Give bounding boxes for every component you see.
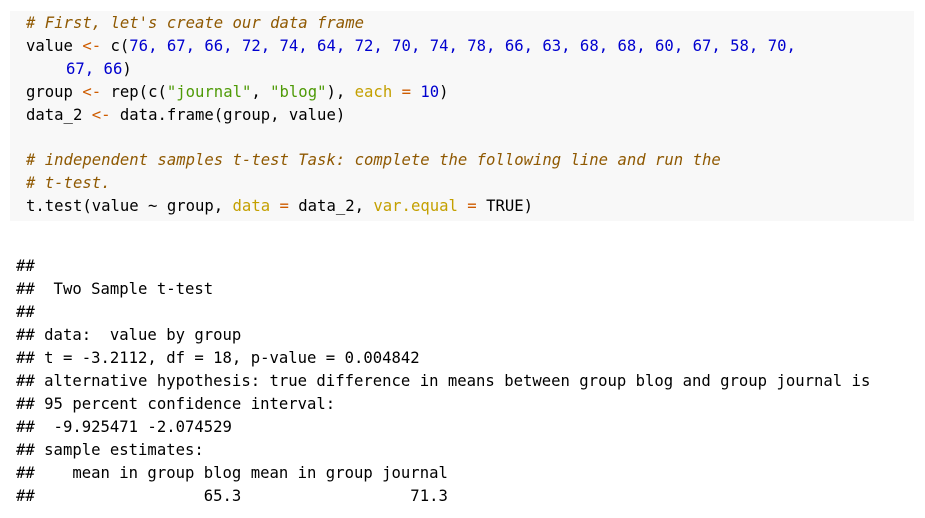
output-line: ## sample estimates: xyxy=(16,441,204,459)
output-line: ## mean in group blog mean in group jour… xyxy=(16,464,448,482)
output-line: ## Two Sample t-test xyxy=(16,280,214,298)
code-line-group: group <- rep(c("journal", "blog"), each … xyxy=(26,82,449,102)
code-token: ) xyxy=(122,60,132,78)
code-token: data_2, xyxy=(298,197,374,215)
assign-operator: <- xyxy=(91,106,111,124)
output-line: ## -9.925471 -2.074529 xyxy=(16,418,232,436)
output-line: ## alternative hypothesis: true differen… xyxy=(16,372,871,390)
numeric-values: 76, 67, 66, 72, 74, 64, 72, 70, 74, 78, … xyxy=(129,37,796,55)
code-token: ), xyxy=(326,83,355,101)
code-token: group xyxy=(26,83,73,101)
code-line-ttest: t.test(value ~ group, data = data_2, var… xyxy=(26,196,533,216)
code-comment: # independent samples t-test Task: compl… xyxy=(26,151,721,169)
code-comment: # First, let's create our data frame xyxy=(26,14,364,32)
code-line-dataframe: data_2 <- data.frame(group, value) xyxy=(26,105,345,125)
code-line-comment: # First, let's create our data frame xyxy=(26,13,364,33)
code-line-comment: # independent samples t-test Task: compl… xyxy=(26,150,721,170)
equals-operator: = xyxy=(392,83,421,101)
output-line: ## 65.3 71.3 xyxy=(16,487,448,505)
numeric-literal: 10 xyxy=(420,83,440,101)
output-line: ## t = -3.2112, df = 18, p-value = 0.004… xyxy=(16,349,420,367)
numeric-values: 67, 66 xyxy=(66,60,123,78)
argument-name: data xyxy=(232,197,271,215)
code-token: rep(c( xyxy=(110,83,167,101)
string-literal: "journal" xyxy=(166,83,252,101)
code-comment: # t-test. xyxy=(26,174,111,192)
equals-operator: = xyxy=(270,197,299,215)
assign-operator: <- xyxy=(82,37,102,55)
output-line: ## data: value by group xyxy=(16,326,242,344)
string-literal: "blog" xyxy=(270,83,327,101)
code-line-value: value <- c(76, 67, 66, 72, 74, 64, 72, 7… xyxy=(26,36,796,56)
code-line-comment: # t-test. xyxy=(26,173,111,193)
code-token: TRUE) xyxy=(486,197,534,215)
code-token: t.test(value ~ group, xyxy=(26,197,233,215)
output-line: ## xyxy=(16,257,35,275)
code-token: , xyxy=(251,83,271,101)
argument-name: var.equal xyxy=(373,197,458,215)
code-token: data_2 xyxy=(26,106,83,124)
equals-operator: = xyxy=(457,197,487,215)
code-token: value xyxy=(26,37,73,55)
code-token: data.frame(group, value) xyxy=(119,106,346,124)
code-token: ) xyxy=(439,83,449,101)
code-block: # First, let's create our data frame val… xyxy=(10,11,914,221)
output-line: ## 95 percent confidence interval: xyxy=(16,395,336,413)
code-line-value-cont: 67, 66) xyxy=(66,59,132,79)
argument-name: each xyxy=(354,83,393,101)
assign-operator: <- xyxy=(82,83,102,101)
code-token: c( xyxy=(110,37,130,55)
output-line: ## xyxy=(16,303,35,321)
